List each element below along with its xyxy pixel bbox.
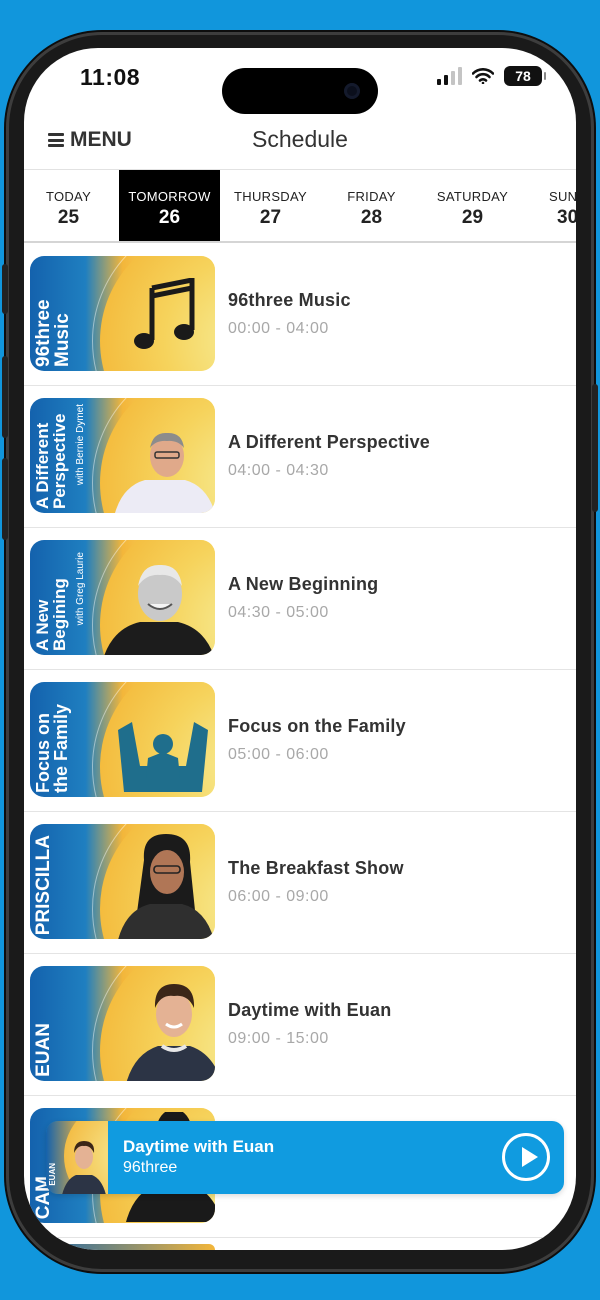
now-playing-bar[interactable]: EUAN Daytime with Euan 96three [46,1121,564,1194]
volume-up-button [2,356,8,438]
presenter-photo [62,1141,106,1194]
presenter-photo [126,984,215,1081]
tab-day-label: TOMORROW [128,189,211,204]
battery-icon: 78 [504,66,546,86]
now-playing-artwork-text: EUAN [48,1163,57,1186]
show-title: A New Beginning [228,574,379,594]
show-artwork: A Different Perspective with Bernie Dyme… [30,398,215,513]
show-artwork: Focus on the Family [30,682,215,797]
show-time: 00:00 - 04:00 [228,320,329,337]
next-show-artwork-peek [30,1244,215,1250]
tab-day-label: THURSDAY [234,189,307,204]
artwork-subtext: with Greg Laurie [75,551,86,625]
show-time: 05:00 - 06:00 [228,746,329,763]
now-playing-artwork: EUAN [46,1121,108,1194]
presenter-photo [104,564,214,655]
artwork-text: EUAN [33,1023,54,1077]
schedule-item[interactable]: A New Begining with Greg Laurie A New Be… [24,528,576,670]
tab-day-label: SATURDAY [436,189,509,204]
show-artwork: 96three Music [30,256,215,371]
show-time: 06:00 - 09:00 [228,888,329,905]
schedule-item[interactable]: Focus on the Family Focus on the Family … [24,670,576,812]
show-artwork: A New Begining with Greg Laurie [30,540,215,655]
show-title: The Breakfast Show [228,858,404,878]
tab-day-number: 30 [557,207,576,228]
artwork-subtext: with Bernie Dymet [75,403,86,485]
power-button [592,384,598,512]
presenter-photo [115,432,215,513]
dynamic-island [222,68,378,114]
presenter-photo [118,834,214,939]
show-title: A Different Perspective [228,432,431,452]
wifi-icon [472,68,494,84]
play-button[interactable] [502,1133,550,1181]
tab-saturday[interactable]: SATURDAY 29 [422,170,523,241]
tab-tomorrow[interactable]: TOMORROW 26 [119,170,220,241]
artwork-text: A New Begining [33,578,69,651]
schedule-item[interactable]: PRISCILLA The Breakfast Show 06:00 - 09:… [24,812,576,954]
artwork-text: PRISCILLA [33,834,54,935]
tab-day-number: 25 [57,207,80,228]
page-title: Schedule [252,126,348,152]
status-icons: 78 [437,66,546,86]
signal-icon [437,67,462,85]
show-time: 04:00 - 04:30 [228,462,329,479]
schedule-item[interactable]: A Different Perspective with Bernie Dyme… [24,386,576,528]
tab-day-label: FRIDAY [347,189,396,204]
tab-day-number: 26 [158,207,181,228]
now-playing-station: 96three [123,1159,178,1176]
show-time: 04:30 - 05:00 [228,604,329,621]
schedule-item[interactable]: 96three Music 96three Music 00:00 - 04:0… [24,244,576,386]
show-time: 09:00 - 15:00 [228,1030,329,1047]
now-playing-title: Daytime with Euan [123,1137,275,1156]
artwork-text: 96three Music [33,299,73,367]
schedule-item[interactable]: EUAN Daytime with Euan 09:00 - 15:00 [24,954,576,1096]
date-tabs: TODAY 25 TOMORROW 26 THURSDAY 27 FRIDAY … [24,170,576,243]
show-artwork: EUAN [30,966,215,1081]
tab-thursday[interactable]: THURSDAY 27 [220,170,321,241]
tab-friday[interactable]: FRIDAY 28 [321,170,422,241]
volume-down-button [2,458,8,540]
tab-day-number: 29 [461,207,484,228]
artwork-text: Focus on the Family [33,703,71,793]
show-title: Daytime with Euan [228,1000,392,1020]
artwork-text: A Different Perspective [33,413,69,509]
tab-day-number: 28 [360,207,383,228]
show-artwork: PRISCILLA [30,824,215,939]
show-title: Focus on the Family [228,716,406,736]
tab-today[interactable]: TODAY 25 [24,170,119,241]
tab-day-label: SUNDAY [549,189,576,204]
app-screen: 11:08 78 MENU Schedule TODAY 25 TOMORROW [24,48,576,1250]
tab-sunday[interactable]: SUNDAY 30 [523,170,576,241]
show-title: 96three Music [228,290,351,310]
status-time: 11:08 [80,64,141,90]
tab-day-label: TODAY [45,189,92,204]
tab-day-number: 27 [259,207,282,228]
app-header: MENU Schedule [24,120,576,170]
camera-icon [344,83,360,99]
action-button [2,264,8,314]
music-notes-icon [134,278,195,349]
family-logo-icon [118,722,208,792]
